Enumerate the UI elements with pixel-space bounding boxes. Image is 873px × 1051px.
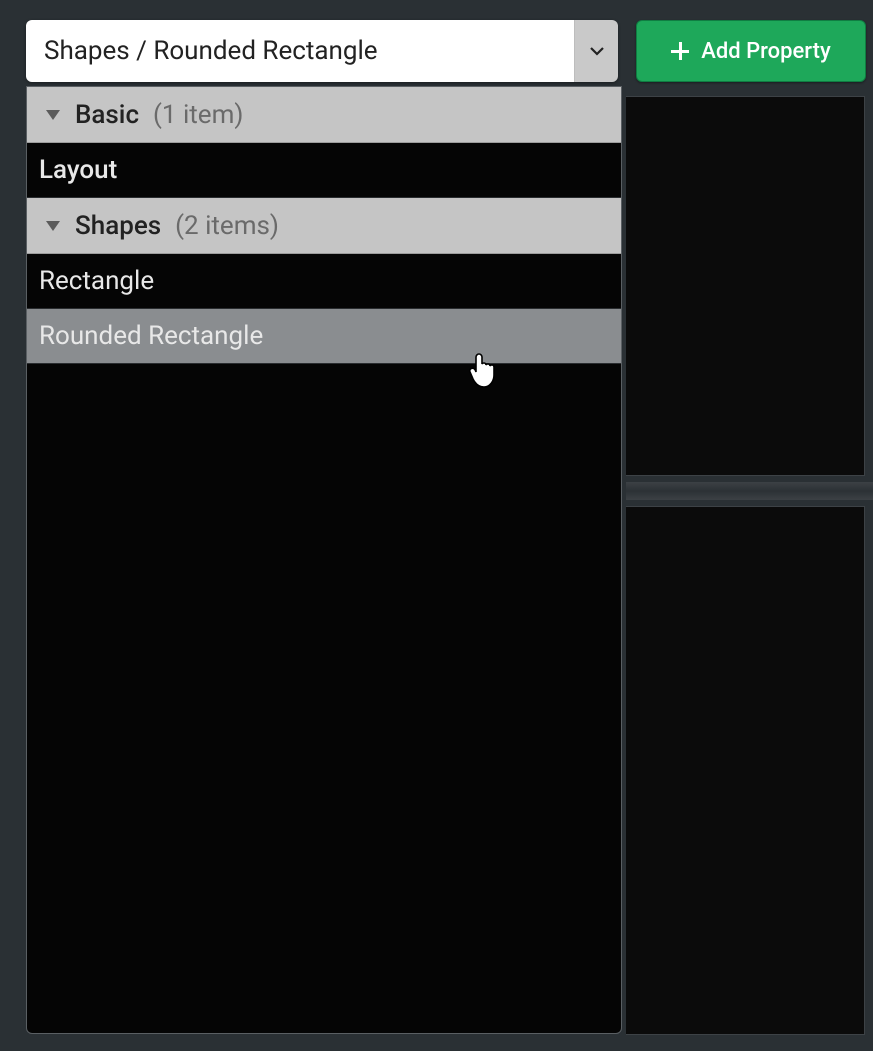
dropdown-item-label: Rectangle bbox=[39, 266, 154, 296]
shape-select-combo[interactable]: Shapes / Rounded Rectangle bbox=[26, 20, 618, 82]
group-name: Shapes bbox=[75, 211, 161, 241]
group-header-shapes[interactable]: Shapes (2 items) bbox=[27, 198, 621, 254]
dropdown-item-rounded-rectangle[interactable]: Rounded Rectangle bbox=[27, 309, 621, 364]
shape-select-dropdown: Basic (1 item) Layout Shapes (2 items) R… bbox=[26, 86, 622, 1034]
panel-divider bbox=[626, 482, 873, 500]
triangle-down-icon bbox=[45, 220, 61, 232]
add-property-button[interactable]: Add Property bbox=[636, 20, 866, 82]
group-name: Basic bbox=[75, 100, 139, 130]
dropdown-item-label: Rounded Rectangle bbox=[39, 321, 263, 351]
plus-icon bbox=[671, 42, 689, 60]
add-property-label: Add Property bbox=[701, 39, 830, 64]
dropdown-item-layout[interactable]: Layout bbox=[27, 143, 621, 198]
triangle-down-icon bbox=[45, 109, 61, 121]
shape-select-toggle[interactable] bbox=[574, 20, 618, 82]
right-panel-lower bbox=[626, 506, 865, 1035]
dropdown-item-label: Layout bbox=[39, 155, 117, 185]
dropdown-item-rectangle[interactable]: Rectangle bbox=[27, 254, 621, 309]
shape-select-text[interactable]: Shapes / Rounded Rectangle bbox=[26, 20, 574, 82]
chevron-down-icon bbox=[589, 43, 605, 59]
group-count: (1 item) bbox=[153, 100, 243, 130]
toolbar-row: Shapes / Rounded Rectangle Add Property bbox=[26, 20, 865, 82]
group-count: (2 items) bbox=[175, 211, 279, 241]
group-header-basic[interactable]: Basic (1 item) bbox=[27, 87, 621, 143]
right-panel-upper bbox=[626, 96, 865, 476]
